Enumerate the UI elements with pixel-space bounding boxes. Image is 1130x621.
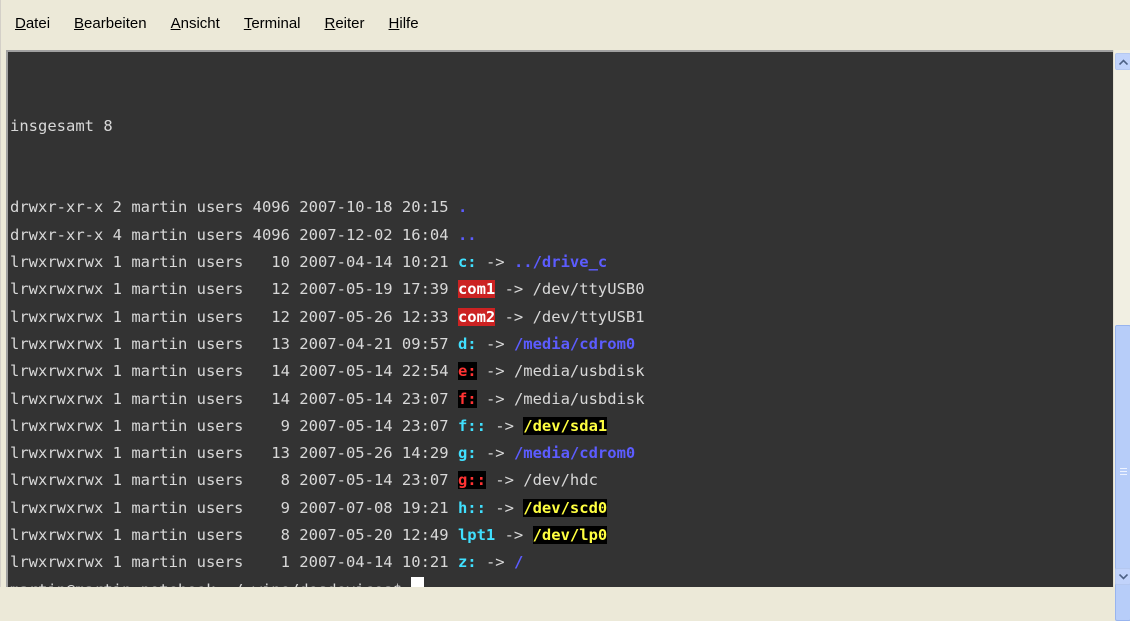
file-meta: lrwxrwxrwx 1 martin users 12 2007-05-26 … bbox=[10, 307, 458, 326]
menu-reiter[interactable]: Reiter bbox=[325, 15, 365, 33]
link-target: /dev/lp0 bbox=[532, 526, 608, 545]
terminal-window: Datei Bearbeiten Ansicht Terminal Reiter… bbox=[0, 0, 1130, 621]
link-target: /dev/ttyUSB1 bbox=[532, 307, 645, 326]
arrow-down-icon bbox=[1118, 573, 1128, 580]
file-name: c: bbox=[457, 253, 477, 272]
arrow-up-icon bbox=[1118, 58, 1128, 65]
listing-line: drwxr-xr-x 4 martin users 4096 2007-12-0… bbox=[10, 222, 645, 249]
menu-bar: Datei Bearbeiten Ansicht Terminal Reiter… bbox=[1, 0, 1130, 48]
file-name: z: bbox=[457, 553, 477, 572]
file-name: com1 bbox=[457, 280, 496, 299]
file-meta: lrwxrwxrwx 1 martin users 13 2007-05-26 … bbox=[10, 444, 458, 463]
scroll-down-button[interactable] bbox=[1115, 568, 1130, 585]
link-arrow: -> bbox=[485, 416, 524, 435]
link-target: /dev/hdc bbox=[523, 471, 598, 490]
listing-line: lrwxrwxrwx 1 martin users 9 2007-05-14 2… bbox=[10, 413, 645, 440]
file-meta: lrwxrwxrwx 1 martin users 14 2007-05-14 … bbox=[10, 389, 458, 408]
link-arrow: -> bbox=[476, 362, 514, 381]
listing-line: lrwxrwxrwx 1 martin users 1 2007-04-14 1… bbox=[10, 549, 645, 576]
prompt-line[interactable]: martin@martin-notebook:~/.wine/dosdevice… bbox=[10, 576, 645, 587]
link-arrow: -> bbox=[495, 307, 533, 326]
link-arrow: -> bbox=[485, 471, 524, 490]
file-name: h:: bbox=[457, 498, 486, 517]
file-meta: lrwxrwxrwx 1 martin users 14 2007-05-14 … bbox=[10, 362, 458, 381]
listing-line: lrwxrwxrwx 1 martin users 9 2007-07-08 1… bbox=[10, 495, 645, 522]
link-target: / bbox=[513, 553, 524, 572]
menu-datei[interactable]: Datei bbox=[15, 15, 50, 33]
listing-line: lrwxrwxrwx 1 martin users 14 2007-05-14 … bbox=[10, 386, 645, 413]
file-name: . bbox=[457, 198, 468, 217]
file-name: g:: bbox=[457, 471, 486, 490]
link-target: /dev/scd0 bbox=[523, 498, 608, 517]
file-meta: lrwxrwxrwx 1 martin users 1 2007-04-14 1… bbox=[10, 553, 458, 572]
file-name: com2 bbox=[457, 307, 496, 326]
file-meta: lrwxrwxrwx 1 martin users 10 2007-04-14 … bbox=[10, 253, 458, 272]
link-arrow: -> bbox=[495, 280, 533, 299]
link-target: ../drive_c bbox=[513, 253, 608, 272]
listing-line: lrwxrwxrwx 1 martin users 10 2007-04-14 … bbox=[10, 249, 645, 276]
link-target: /dev/sda1 bbox=[523, 416, 608, 435]
listing-line: lrwxrwxrwx 1 martin users 12 2007-05-19 … bbox=[10, 276, 645, 303]
file-name: .. bbox=[457, 225, 477, 244]
file-meta: lrwxrwxrwx 1 martin users 9 2007-07-08 1… bbox=[10, 498, 458, 517]
menu-hilfe[interactable]: Hilfe bbox=[389, 15, 419, 33]
file-name: f: bbox=[457, 389, 477, 408]
link-arrow: -> bbox=[476, 553, 514, 572]
menu-terminal[interactable]: Terminal bbox=[244, 15, 301, 33]
listing-line: lrwxrwxrwx 1 martin users 8 2007-05-20 1… bbox=[10, 522, 645, 549]
file-meta: lrwxrwxrwx 1 martin users 8 2007-05-14 2… bbox=[10, 471, 458, 490]
total-line: insgesamt 8 bbox=[10, 116, 113, 135]
scroll-up-button[interactable] bbox=[1115, 53, 1130, 70]
text-cursor bbox=[411, 576, 425, 587]
listing-line: lrwxrwxrwx 1 martin users 12 2007-05-26 … bbox=[10, 304, 645, 331]
menu-bearbeiten[interactable]: Bearbeiten bbox=[74, 15, 147, 33]
link-target: /dev/ttyUSB0 bbox=[532, 280, 645, 299]
file-meta: lrwxrwxrwx 1 martin users 8 2007-05-20 1… bbox=[10, 526, 458, 545]
listing-line: lrwxrwxrwx 1 martin users 13 2007-04-21 … bbox=[10, 331, 645, 358]
terminal-lines: insgesamt 8 drwxr-xr-x 2 martin users 40… bbox=[10, 58, 645, 587]
link-arrow: -> bbox=[485, 498, 524, 517]
link-target: /media/cdrom0 bbox=[513, 444, 636, 463]
listing-line: lrwxrwxrwx 1 martin users 8 2007-05-14 2… bbox=[10, 467, 645, 494]
link-target: /media/usbdisk bbox=[513, 362, 645, 381]
listing-line: drwxr-xr-x 2 martin users 4096 2007-10-1… bbox=[10, 194, 645, 221]
link-arrow: -> bbox=[476, 444, 514, 463]
menu-ansicht[interactable]: Ansicht bbox=[171, 15, 220, 33]
listing-line: lrwxrwxrwx 1 martin users 14 2007-05-14 … bbox=[10, 358, 645, 385]
link-arrow: -> bbox=[476, 253, 514, 272]
vertical-scrollbar[interactable] bbox=[1113, 50, 1130, 621]
link-target: /media/cdrom0 bbox=[513, 334, 636, 353]
file-meta: lrwxrwxrwx 1 martin users 13 2007-04-21 … bbox=[10, 334, 458, 353]
terminal-output[interactable]: insgesamt 8 drwxr-xr-x 2 martin users 40… bbox=[6, 50, 1113, 587]
file-name: lpt1 bbox=[457, 526, 496, 545]
file-name: d: bbox=[457, 334, 477, 353]
file-name: e: bbox=[457, 362, 477, 381]
link-arrow: -> bbox=[476, 389, 514, 408]
file-name: f:: bbox=[457, 416, 486, 435]
file-meta: lrwxrwxrwx 1 martin users 9 2007-05-14 2… bbox=[10, 416, 458, 435]
file-name: g: bbox=[457, 444, 477, 463]
file-meta: lrwxrwxrwx 1 martin users 12 2007-05-19 … bbox=[10, 280, 458, 299]
link-arrow: -> bbox=[495, 526, 533, 545]
link-arrow: -> bbox=[476, 334, 514, 353]
link-target: /media/usbdisk bbox=[513, 389, 645, 408]
listing-line: lrwxrwxrwx 1 martin users 13 2007-05-26 … bbox=[10, 440, 645, 467]
file-meta: drwxr-xr-x 2 martin users 4096 2007-10-1… bbox=[10, 198, 458, 217]
file-meta: drwxr-xr-x 4 martin users 4096 2007-12-0… bbox=[10, 225, 458, 244]
shell-prompt: martin@martin-notebook:~/.wine/dosdevice… bbox=[10, 581, 411, 587]
